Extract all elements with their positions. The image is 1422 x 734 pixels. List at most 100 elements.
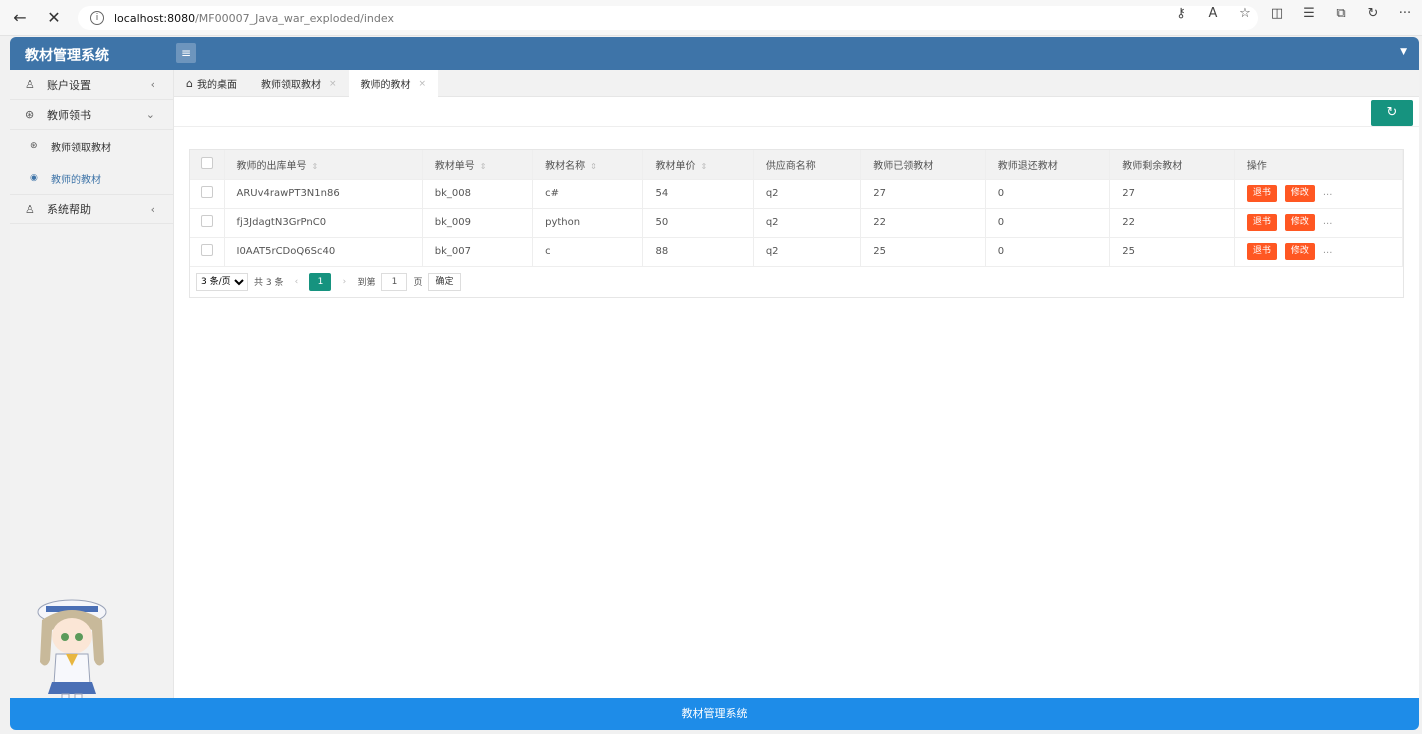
row-checkbox-cell[interactable] (190, 179, 225, 209)
tab-desktop[interactable]: ⌂ 我的桌面 (174, 70, 249, 97)
more-icon[interactable]: ··· (1396, 6, 1414, 21)
column-header: 教师退还教材 (985, 150, 1111, 180)
select-all-checkbox[interactable] (201, 156, 213, 169)
tab-my-books[interactable]: 教师的教材 × (348, 70, 439, 97)
total-count: 共 3 条 (254, 278, 284, 288)
column-header-label: 教师剩余教材 (1122, 160, 1183, 172)
table-cell: q2 (753, 237, 862, 267)
favorite-icon[interactable]: ☆ (1236, 6, 1254, 21)
table-cell: 22 (1109, 208, 1235, 238)
goto-confirm-button[interactable]: 确定 (428, 272, 461, 291)
sidebar: ♙ 账户设置 ‹ ⊛ 教师领书 ⌄ ⊛ 教师领取教材 ◉ 教师的教材 ♙ 系统帮… (10, 70, 174, 723)
user-icon: ♙ (25, 202, 35, 216)
return-book-button[interactable]: 退书 (1246, 185, 1277, 202)
prev-page-icon[interactable]: ‹ (289, 277, 303, 287)
column-header-label: 教材单价 (655, 160, 696, 172)
more-actions-icon[interactable]: ... (1323, 216, 1333, 227)
actions-cell: 退书 修改... (1234, 179, 1404, 209)
sidebar-item-label: 教师领书 (47, 108, 91, 122)
pagination: 3 条/页 共 3 条 ‹ 1 › 到第 1 页 确定 (190, 267, 1403, 297)
key-icon[interactable]: ⚷ (1172, 6, 1190, 21)
tab-receive-books[interactable]: 教师领取教材 × (249, 70, 349, 97)
page-unit-label: 页 (413, 278, 423, 288)
more-actions-icon[interactable]: ... (1323, 245, 1333, 256)
column-header-label: 教师的出库单号 (236, 160, 307, 172)
user-dropdown-caret-icon[interactable]: ▼ (1400, 47, 1407, 57)
table-cell: q2 (753, 208, 862, 238)
column-header: 教师已领教材 (860, 150, 986, 180)
sidebar-item-teacher-books[interactable]: ⊛ 教师领书 ⌄ (10, 100, 173, 130)
site-info-icon[interactable]: i (90, 11, 104, 25)
app-window: 教材管理系统 ≡ ▼ ♙ 账户设置 ‹ ⊛ 教师领书 ⌄ ⊛ 教师领取教材 ◉ … (10, 37, 1419, 730)
table-row: fj3JdagtN3GrPnC0 bk_009 python 50 q2 22 0 22 退书修… (190, 208, 1404, 238)
chevron-down-icon: ⌄ (145, 108, 155, 121)
current-page-button[interactable]: 1 (309, 272, 332, 291)
table-cell: 0 (985, 179, 1111, 209)
edit-button[interactable]: 修改 (1284, 214, 1315, 231)
next-page-icon[interactable]: › (337, 277, 351, 287)
row-checkbox[interactable] (201, 215, 213, 227)
tab-label: 我的桌面 (196, 80, 237, 91)
main-content: ⌂ 我的桌面 教师领取教材 × 教师的教材 × ↻ 教师的出库单号 ⇕ 教材单号 ⇕ 教… (174, 70, 1419, 698)
read-aloud-icon[interactable]: A (1204, 6, 1222, 21)
table-cell: bk_009 (422, 208, 534, 238)
tab-label: 教师领取教材 (260, 80, 321, 91)
sidebar-item-label: 账户设置 (47, 78, 91, 92)
actions-cell: 退书 修改... (1234, 237, 1404, 267)
table-cell: 54 (642, 179, 754, 209)
refresh-button[interactable]: ↻ (1371, 100, 1413, 126)
favorites-list-icon[interactable]: ☰ (1300, 6, 1318, 21)
sidebar-subitem-receive[interactable]: ⊛ 教师领取教材 (10, 130, 173, 162)
split-icon[interactable]: ◫ (1268, 6, 1286, 21)
close-icon[interactable]: × (419, 79, 427, 89)
column-header[interactable]: 教材名称 ⇕ (532, 150, 644, 180)
user-icon: ♙ (25, 78, 35, 91)
table-cell: fj3JdagtN3GrPnC0 (224, 208, 423, 238)
row-checkbox-cell[interactable] (190, 208, 225, 238)
table-cell: ARUv4rawPT3N1n86 (224, 179, 423, 209)
row-checkbox[interactable] (201, 244, 213, 256)
column-header[interactable]: 教师的出库单号 ⇕ (224, 150, 423, 180)
more-actions-icon[interactable]: ... (1323, 187, 1333, 198)
sidebar-subitem-label: 教师领取教材 (51, 142, 111, 154)
page-size-select[interactable]: 3 条/页 (196, 272, 248, 291)
return-book-button[interactable]: 退书 (1246, 243, 1277, 260)
books-icon: ⊛ (25, 108, 35, 121)
actions-cell: 退书 修改... (1234, 208, 1404, 238)
collections-icon[interactable]: ⧉ (1332, 6, 1350, 21)
sort-icon[interactable]: ⇕ (312, 162, 319, 171)
sidebar-item-account[interactable]: ♙ 账户设置 ‹ (10, 70, 173, 100)
row-checkbox-cell[interactable] (190, 237, 225, 267)
stop-button[interactable]: ✕ (40, 4, 68, 32)
back-button[interactable]: ← (6, 4, 34, 32)
edit-button[interactable]: 修改 (1284, 185, 1315, 202)
close-icon[interactable]: × (329, 79, 337, 89)
table-cell: 0 (985, 237, 1111, 267)
column-header: 操作 (1234, 150, 1404, 180)
browser-actions: ⚷ A ☆ ◫ ☰ ⧉ ↻ ··· (1172, 6, 1414, 21)
column-header[interactable]: 教材单号 ⇕ (422, 150, 534, 180)
column-header-label: 教材名称 (545, 160, 586, 172)
sidebar-item-label: 系统帮助 (47, 203, 91, 216)
history-icon[interactable]: ↻ (1364, 6, 1382, 21)
edit-button[interactable]: 修改 (1284, 243, 1315, 260)
row-checkbox[interactable] (201, 186, 213, 198)
sort-icon[interactable]: ⇕ (590, 162, 597, 171)
table-cell: 25 (860, 237, 986, 267)
table-cell: I0AAT5rCDoQ6Sc40 (224, 237, 423, 267)
sidebar-subitem-my-books[interactable]: ◉ 教师的教材 (10, 162, 173, 194)
menu-toggle-icon[interactable]: ≡ (176, 43, 196, 63)
address-bar[interactable]: i localhost:8080/MF00007_Java_war_explod… (78, 6, 1258, 30)
column-header[interactable]: 教材单价 ⇕ (642, 150, 754, 180)
sort-icon[interactable]: ⇕ (700, 162, 707, 171)
chevron-left-icon: ‹ (150, 78, 155, 91)
table-cell: 27 (860, 179, 986, 209)
return-book-button[interactable]: 退书 (1246, 214, 1277, 231)
app-footer: 教材管理系统 (10, 698, 1419, 730)
table-cell: 50 (642, 208, 754, 238)
select-all-checkbox-cell[interactable] (190, 150, 225, 180)
goto-page-input[interactable]: 1 (381, 272, 408, 291)
sort-icon[interactable]: ⇕ (480, 162, 487, 171)
goto-label: 到第 (357, 278, 376, 288)
sidebar-item-help[interactable]: ♙ 系统帮助 ‹ (10, 194, 173, 224)
